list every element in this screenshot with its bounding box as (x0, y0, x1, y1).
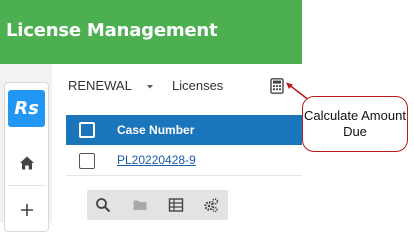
app-logo[interactable]: Rs (8, 90, 45, 127)
breadcrumb-module[interactable]: RENEWAL (68, 78, 132, 93)
app-header: License Management (0, 0, 302, 64)
sidebar-divider (8, 185, 45, 186)
row-divider (66, 175, 302, 176)
row-checkbox[interactable] (79, 153, 95, 169)
settings-gears-icon[interactable] (203, 197, 219, 213)
column-header-case-number[interactable]: Case Number (117, 123, 194, 137)
callout-annotation: Calculate Amount Due (302, 96, 408, 152)
add-button[interactable] (14, 197, 40, 223)
app-title: License Management (6, 20, 218, 41)
table-icon[interactable] (168, 197, 184, 213)
caret-down-icon[interactable] (146, 84, 154, 90)
folder-icon[interactable] (132, 197, 148, 213)
plus-icon (21, 204, 33, 216)
case-number-link[interactable]: PL20220428-9 (117, 153, 196, 167)
search-icon[interactable] (95, 197, 111, 213)
callout-text: Calculate Amount Due (304, 108, 406, 139)
table-header: Case Number (66, 115, 302, 145)
select-all-checkbox[interactable] (79, 122, 95, 138)
breadcrumb-section[interactable]: Licenses (172, 78, 223, 93)
home-icon (20, 156, 34, 170)
home-button[interactable] (14, 150, 40, 176)
